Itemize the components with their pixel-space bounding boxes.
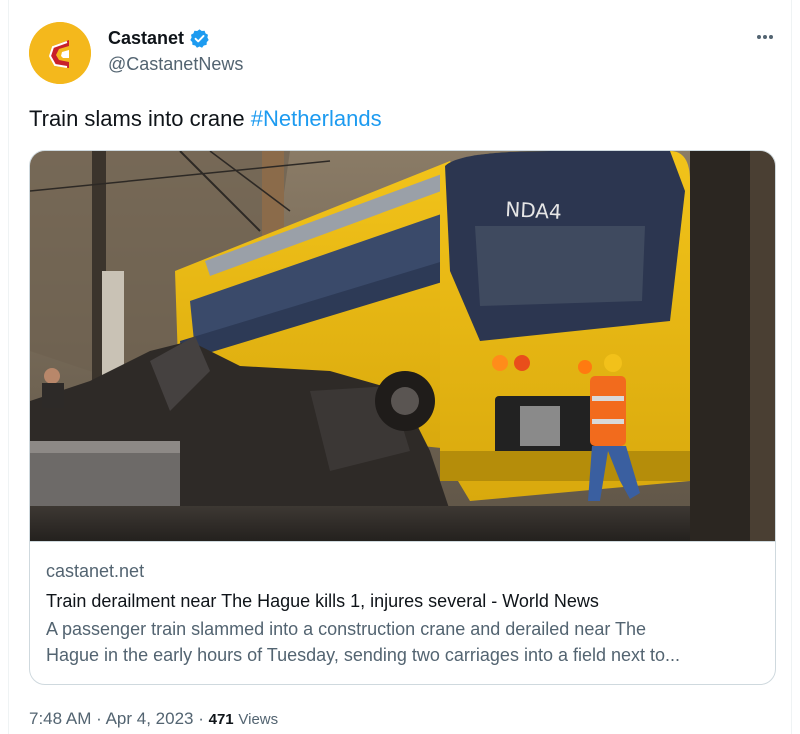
author-handle[interactable]: @CastanetNews xyxy=(108,54,243,75)
more-options-icon[interactable] xyxy=(752,24,778,50)
views-label[interactable]: Views xyxy=(238,711,278,728)
tweet-text: Train slams into crane #Netherlands xyxy=(29,106,382,132)
tweet-time[interactable]: 7:48 AM xyxy=(29,709,91,728)
card-text-area[interactable]: castanet.net Train derailment near The H… xyxy=(30,541,775,684)
link-card[interactable]: NDA4 castanet.net Train derailment near … xyxy=(29,150,776,685)
card-description-line-2: Hague in the early hours of Tuesday, sen… xyxy=(46,645,681,665)
svg-text:NDA4: NDA4 xyxy=(505,197,563,224)
verified-badge-icon xyxy=(190,28,209,48)
views-count[interactable]: 471 xyxy=(209,711,234,728)
tweet-body: Train slams into crane xyxy=(29,106,251,131)
meta-separator: · xyxy=(96,709,102,728)
meta-separator-2: · xyxy=(198,709,204,728)
card-domain: castanet.net xyxy=(46,561,145,581)
tweet-date[interactable]: Apr 4, 2023 xyxy=(106,709,194,728)
author-name[interactable]: Castanet xyxy=(108,28,184,49)
card-description-line-1: A passenger train slammed into a constru… xyxy=(46,619,647,639)
hashtag-link[interactable]: #Netherlands xyxy=(251,106,382,131)
author-block: Castanet @CastanetNews xyxy=(108,26,243,75)
author-name-row: Castanet xyxy=(108,26,243,50)
castanet-logo-icon xyxy=(29,22,91,84)
avatar[interactable] xyxy=(29,22,91,84)
derailed-train-photo: NDA4 xyxy=(30,151,775,541)
card-image[interactable]: NDA4 xyxy=(30,151,775,541)
tweet-meta: 7:48 AM · Apr 4, 2023 · 471 Views xyxy=(29,709,278,729)
card-title: Train derailment near The Hague kills 1,… xyxy=(46,591,599,611)
